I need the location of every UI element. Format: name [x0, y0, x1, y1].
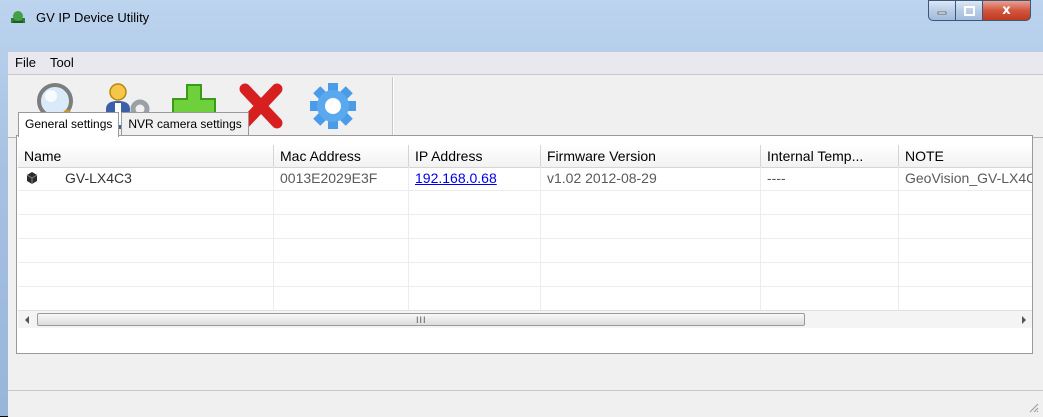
- device-table: Name Mac Address IP Address Firmware Ver…: [18, 145, 1032, 310]
- close-button[interactable]: x: [983, 0, 1031, 21]
- cell-mac: 0013E2029E3F: [274, 167, 409, 190]
- cell-name: GV-LX4C3: [18, 167, 274, 190]
- camera-device-icon: [26, 172, 38, 184]
- close-icon: x: [1002, 3, 1011, 18]
- minimize-icon: [937, 11, 947, 14]
- column-header-temp[interactable]: Internal Temp...: [761, 145, 899, 167]
- window-title: GV IP Device Utility: [36, 10, 150, 25]
- table-row-empty: [18, 287, 1032, 310]
- maximize-icon: [963, 5, 975, 16]
- scroll-left-button[interactable]: [18, 311, 35, 328]
- device-name: GV-LX4C3: [65, 170, 132, 186]
- settings-button[interactable]: [306, 81, 360, 131]
- column-header-note[interactable]: NOTE: [899, 145, 1032, 167]
- column-header-firmware[interactable]: Firmware Version: [541, 145, 761, 167]
- table-row-empty: [18, 239, 1032, 263]
- table-header: Name Mac Address IP Address Firmware Ver…: [18, 145, 1032, 168]
- arrow-left-icon: [24, 315, 29, 324]
- cell-temp: ----: [761, 167, 899, 190]
- toolbar-separator: [392, 77, 394, 135]
- minimize-button[interactable]: [928, 0, 956, 21]
- cell-ip: 192.168.0.68: [409, 167, 541, 190]
- ip-address-link[interactable]: 192.168.0.68: [415, 170, 497, 186]
- menu-bar: File Tool: [8, 52, 1043, 75]
- cell-note: GeoVision_GV-LX4C3: [899, 167, 1032, 190]
- menu-tool[interactable]: Tool: [43, 52, 81, 74]
- menu-file[interactable]: File: [8, 52, 43, 74]
- app-icon: [11, 11, 25, 23]
- table-row-empty: [18, 263, 1032, 287]
- column-header-ip[interactable]: IP Address: [409, 145, 541, 167]
- scroll-thumb[interactable]: III: [37, 313, 805, 326]
- table-row-empty: [18, 191, 1032, 215]
- maximize-button[interactable]: [956, 0, 983, 21]
- status-bar: [8, 390, 1043, 417]
- gear-icon: [310, 83, 356, 129]
- column-header-name[interactable]: Name: [18, 145, 274, 167]
- app-window: GV IP Device Utility x File Tool General…: [0, 0, 1043, 417]
- arrow-right-icon: [1021, 315, 1026, 324]
- title-bar[interactable]: GV IP Device Utility x: [0, 0, 1043, 44]
- tab-general-settings[interactable]: General settings: [18, 112, 120, 137]
- scroll-right-button[interactable]: [1015, 311, 1032, 328]
- cell-firmware: v1.02 2012-08-29: [541, 167, 761, 190]
- caption-buttons: x: [928, 0, 1031, 24]
- table-row[interactable]: GV-LX4C3 0013E2029E3F 192.168.0.68 v1.02…: [18, 167, 1032, 191]
- status-area: [8, 390, 1043, 417]
- horizontal-scrollbar[interactable]: III: [18, 310, 1032, 328]
- tab-nvr-camera-settings[interactable]: NVR camera settings: [121, 112, 249, 135]
- resize-grip-icon[interactable]: [1027, 401, 1039, 413]
- column-header-mac[interactable]: Mac Address: [274, 145, 409, 167]
- tab-strip: General settings NVR camera settings: [18, 112, 251, 137]
- table-row-empty: [18, 215, 1032, 239]
- scroll-grip: III: [416, 315, 427, 325]
